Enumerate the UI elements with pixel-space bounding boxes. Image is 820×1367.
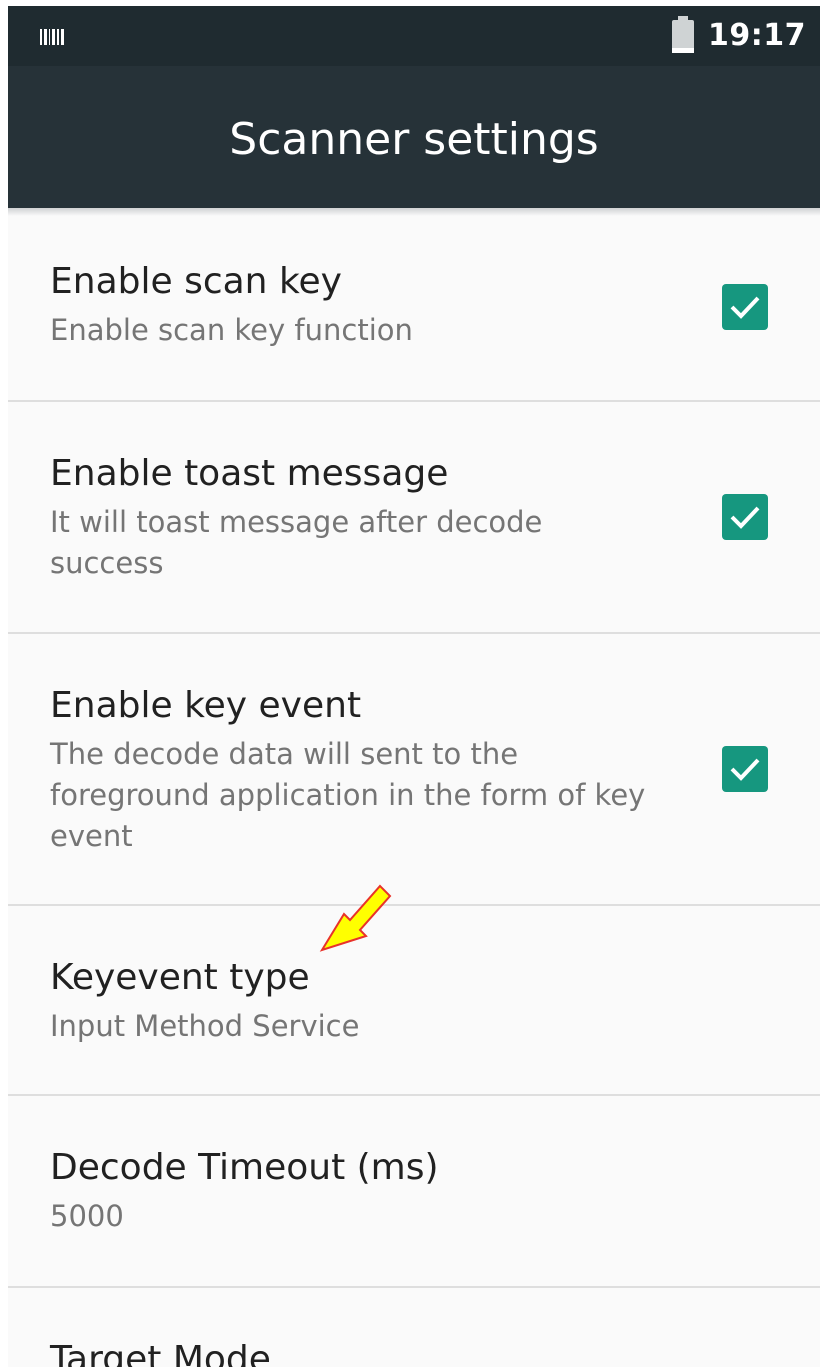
pref-title: Enable scan key [50,261,342,302]
pref-summary: The decode data will sent to the foregro… [50,737,646,853]
status-bar: 19:17 [8,6,820,66]
page-title: Scanner settings [229,114,599,165]
check-icon [730,506,760,529]
pref-keyevent-type[interactable]: Keyevent type Input Method Service [8,906,820,1096]
pref-summary: Input Method Service [50,1009,360,1043]
barcode-icon [40,29,64,45]
pref-summary: It will toast message after decode succe… [50,505,543,580]
status-time: 19:17 [708,18,806,53]
check-icon [730,296,760,319]
enable-key-event-checkbox[interactable] [722,746,768,792]
pref-summary: 5000 [50,1199,124,1233]
pref-title: Decode Timeout (ms) [50,1147,439,1188]
pref-title: Target Mode [50,1339,271,1367]
pref-summary: Enable scan key function [50,313,413,347]
arrow-icon [319,884,392,952]
preferences-list: Enable scan key Enable scan key function… [8,208,820,1367]
app-bar-shadow [8,208,820,216]
pref-title: Enable toast message [50,453,449,494]
pref-enable-key-event[interactable]: Enable key event The decode data will se… [8,634,820,906]
phone-screen: 19:17 Scanner settings Enable scan key E… [8,6,820,1367]
pref-target-mode[interactable]: Target Mode [8,1288,820,1367]
app-bar: Scanner settings [8,66,820,208]
pref-decode-timeout[interactable]: Decode Timeout (ms) 5000 [8,1096,820,1288]
enable-scan-key-checkbox[interactable] [722,284,768,330]
battery-icon [672,16,694,53]
pref-enable-scan-key[interactable]: Enable scan key Enable scan key function [8,208,820,402]
pref-enable-toast-message[interactable]: Enable toast message It will toast messa… [8,402,820,634]
check-icon [730,758,760,781]
pref-title: Enable key event [50,685,362,726]
enable-toast-message-checkbox[interactable] [722,494,768,540]
